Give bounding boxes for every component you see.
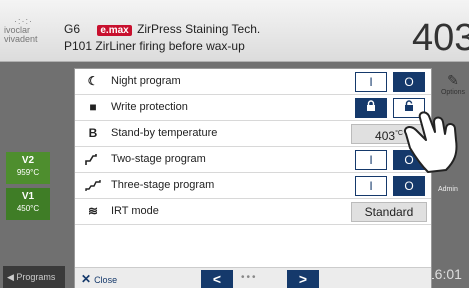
write-protection-locked[interactable] bbox=[355, 98, 387, 118]
admin-label[interactable]: Admin bbox=[438, 186, 458, 193]
three-stage-icon bbox=[85, 178, 101, 194]
options-button[interactable]: ✎ Options bbox=[437, 72, 469, 96]
row-three-stage: Three-stage program I O bbox=[75, 173, 431, 199]
header-bar: ·:·:· ivoclar vivadent G6 e.max ZirPress… bbox=[0, 0, 469, 62]
close-button[interactable]: ✕ Close bbox=[81, 272, 117, 286]
two-stage-on[interactable]: I bbox=[355, 150, 387, 170]
pencil-icon: ✎ bbox=[447, 72, 459, 88]
v2-indicator[interactable]: V2 959°C bbox=[6, 152, 50, 184]
header-line-1: G6 e.max ZirPress Staining Tech. bbox=[64, 22, 260, 36]
furnace-screen: ·:·:· ivoclar vivadent G6 e.max ZirPress… bbox=[0, 0, 469, 288]
page-indicator: ••• bbox=[241, 272, 258, 283]
pointing-hand-icon bbox=[404, 111, 458, 173]
next-page-button[interactable]: > bbox=[287, 270, 319, 288]
v1-indicator[interactable]: V1 450°C bbox=[6, 188, 50, 220]
standby-icon: B bbox=[88, 126, 98, 140]
row-standby-temperature: B Stand-by temperature 403°C bbox=[75, 121, 431, 147]
irt-icon: ≋ bbox=[87, 204, 99, 218]
row-night-program: ☾ Night program I O bbox=[75, 69, 431, 95]
program-number: P101 bbox=[64, 39, 93, 53]
row-irt-mode: ≋ IRT mode Standard bbox=[75, 199, 431, 225]
settings-dialog: ☾ Night program I O ■ Write protection B… bbox=[74, 68, 432, 288]
three-stage-on[interactable]: I bbox=[355, 176, 387, 196]
night-program-on[interactable]: I bbox=[355, 72, 387, 92]
current-temperature: 403 bbox=[412, 17, 469, 59]
dialog-footer: ✕ Close < ••• > bbox=[75, 267, 431, 288]
programs-button[interactable]: ◀ Programs bbox=[3, 266, 65, 288]
previous-page-button[interactable]: < bbox=[201, 270, 233, 288]
night-icon: ☾ bbox=[87, 74, 99, 88]
furnace-model: G6 bbox=[64, 22, 81, 36]
row-two-stage: Two-stage program I O bbox=[75, 147, 431, 173]
row-write-protection: ■ Write protection bbox=[75, 95, 431, 121]
night-program-off[interactable]: O bbox=[393, 72, 425, 92]
irt-mode-value[interactable]: Standard bbox=[351, 202, 427, 222]
ivoclar-logo: ·:·:· ivoclar vivadent bbox=[4, 16, 38, 44]
close-icon: ✕ bbox=[81, 272, 92, 286]
program-description: ZirLiner firing before wax-up bbox=[95, 39, 245, 53]
lock-icon: ■ bbox=[89, 100, 97, 114]
emax-badge: e.max bbox=[97, 25, 132, 36]
three-stage-off[interactable]: O bbox=[393, 176, 425, 196]
program-name: ZirPress Staining Tech. bbox=[137, 22, 261, 36]
two-stage-icon bbox=[85, 152, 101, 168]
header-line-2: P101 ZirLiner firing before wax-up bbox=[64, 39, 245, 53]
